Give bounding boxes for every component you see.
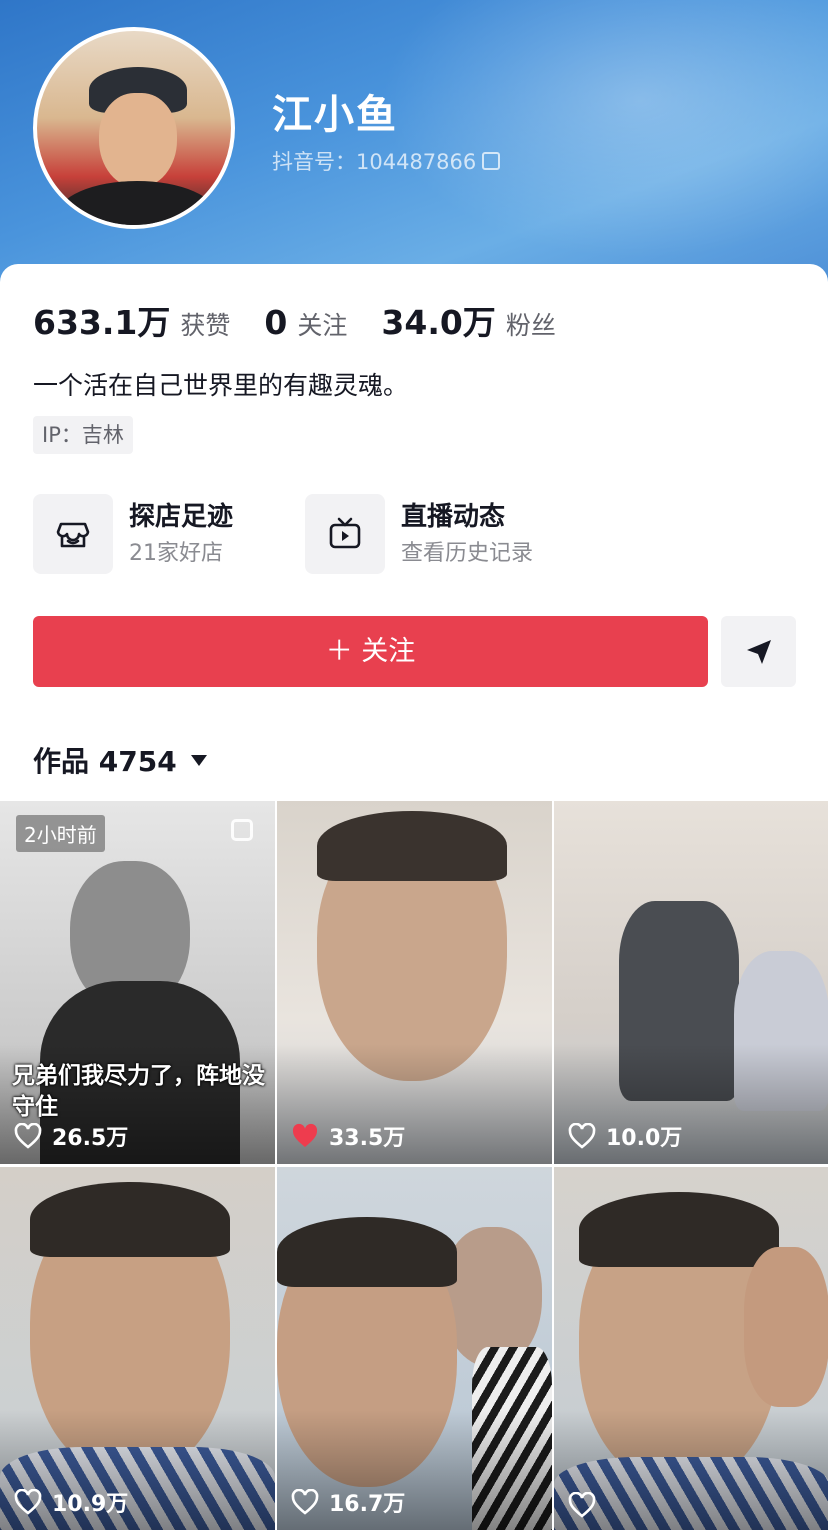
thumbnail-hair	[30, 1182, 230, 1257]
douyin-id-text: 抖音号：104487866	[272, 150, 477, 174]
like-count-text: 16.7万	[329, 1492, 406, 1517]
profile-name: 江小鱼	[272, 92, 398, 138]
send-icon	[746, 639, 771, 664]
thumbnail-face-2	[442, 1227, 542, 1367]
stat-followers-label: 粉丝	[505, 311, 556, 340]
stat-followers[interactable]: 34.0万 粉丝	[381, 296, 555, 344]
follow-button[interactable]: ＋ 关注	[33, 616, 708, 687]
heart-outline-icon	[14, 1489, 42, 1515]
copy-icon[interactable]	[482, 152, 501, 170]
like-count-text: 10.0万	[606, 1126, 683, 1151]
works-label: 作品 4754	[33, 745, 177, 778]
video-tile[interactable]: 33.5万	[277, 801, 552, 1164]
time-badge: 2小时前	[16, 815, 105, 852]
heart-outline-icon	[568, 1492, 596, 1518]
feature-store-subtitle: 21家好店	[129, 541, 223, 566]
tv-icon-box	[305, 494, 385, 574]
stat-likes: 633.1万 获赞	[33, 296, 230, 344]
thumbnail-hair	[579, 1192, 779, 1267]
stat-followers-value: 34.0万	[381, 303, 496, 342]
like-count: 26.5万	[14, 1120, 128, 1152]
thumbnail-hair	[317, 811, 507, 881]
share-button[interactable]	[721, 616, 796, 687]
tv-play-icon	[329, 517, 361, 549]
thumbnail-hand	[744, 1247, 828, 1407]
stat-likes-label: 获赞	[180, 311, 231, 340]
heart-outline-icon	[568, 1123, 596, 1149]
stat-following[interactable]: 0 关注	[264, 303, 347, 342]
video-tile[interactable]	[554, 1167, 828, 1530]
works-tab[interactable]: 作品 4754	[33, 740, 207, 780]
video-tile[interactable]: 16.7万	[277, 1167, 552, 1530]
like-count-text: 33.5万	[329, 1126, 406, 1151]
ip-location-tag: IP：吉林	[33, 416, 133, 454]
store-icon	[56, 522, 90, 548]
feature-store-title: 探店足迹	[129, 502, 234, 532]
store-icon-box	[33, 494, 113, 574]
like-count-text: 10.9万	[52, 1492, 129, 1517]
douyin-id[interactable]: 抖音号：104487866	[272, 146, 501, 176]
like-count: 10.0万	[568, 1120, 682, 1152]
feature-live-title: 直播动态	[401, 502, 506, 532]
like-count	[568, 1492, 606, 1518]
avatar[interactable]	[33, 27, 235, 229]
stat-following-value: 0	[264, 303, 288, 342]
like-count-text: 26.5万	[52, 1126, 129, 1151]
stat-following-label: 关注	[297, 311, 348, 340]
avatar-face	[99, 93, 177, 188]
thumbnail-hair	[277, 1217, 457, 1287]
heart-outline-icon	[291, 1489, 319, 1515]
feature-live-history[interactable]: 直播动态 查看历史记录	[305, 494, 533, 574]
select-icon[interactable]	[231, 819, 253, 841]
header-glow	[380, 0, 828, 260]
profile-bio: 一个活在自己世界里的有趣灵魂。	[33, 371, 409, 400]
heart-outline-icon	[14, 1123, 42, 1149]
heart-filled-icon	[292, 1123, 318, 1147]
stat-likes-value: 633.1万	[33, 303, 171, 342]
dropdown-caret-icon	[190, 754, 207, 766]
avatar-coat	[57, 181, 217, 225]
like-count: 16.7万	[291, 1486, 405, 1518]
feature-live-subtitle: 查看历史记录	[401, 541, 534, 566]
profile-header: 江小鱼 抖音号：104487866	[0, 0, 828, 300]
feature-store-visits[interactable]: 探店足迹 21家好店	[33, 494, 233, 574]
like-count: 10.9万	[14, 1486, 128, 1518]
stats-row: 633.1万 获赞 0 关注 34.0万 粉丝	[33, 296, 590, 344]
video-tile[interactable]: 10.0万	[554, 801, 828, 1164]
video-tile[interactable]: 2小时前 兄弟们我尽力了，阵地没守住 26.5万	[0, 801, 275, 1164]
like-count: 33.5万	[291, 1120, 405, 1152]
video-grid: 2小时前 兄弟们我尽力了，阵地没守住 26.5万 33.5万 10.0万 10.…	[0, 801, 828, 1530]
video-tile[interactable]: 10.9万	[0, 1167, 275, 1530]
video-caption: 兄弟们我尽力了，阵地没守住	[12, 1063, 265, 1120]
